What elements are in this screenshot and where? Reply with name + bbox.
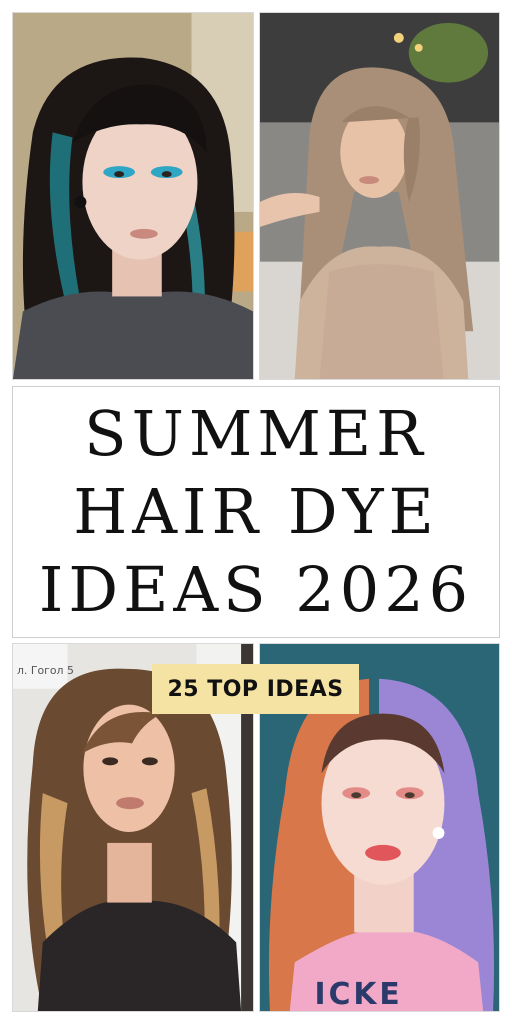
shirt-print-glyphs: ICKE — [315, 977, 403, 1011]
title-line-1: SUMMER — [84, 397, 428, 470]
pin-canvas: SUMMER HAIR DYE IDEAS 2026 л. Гогол 5 IC… — [0, 0, 512, 1024]
ash-blonde-waves-photo — [259, 12, 500, 380]
title-line-3: IDEAS 2026 — [38, 553, 474, 626]
background-sign-text: л. Гогол 5 — [17, 664, 74, 677]
dark-hair-teal-streaks-photo — [12, 12, 254, 380]
title-card: SUMMER HAIR DYE IDEAS 2026 — [12, 386, 500, 638]
top-ideas-badge: 25 TOP IDEAS — [152, 664, 359, 714]
photo-illustration — [260, 13, 499, 379]
title-line-2: HAIR DYE — [73, 475, 439, 548]
photo-illustration — [13, 13, 253, 379]
